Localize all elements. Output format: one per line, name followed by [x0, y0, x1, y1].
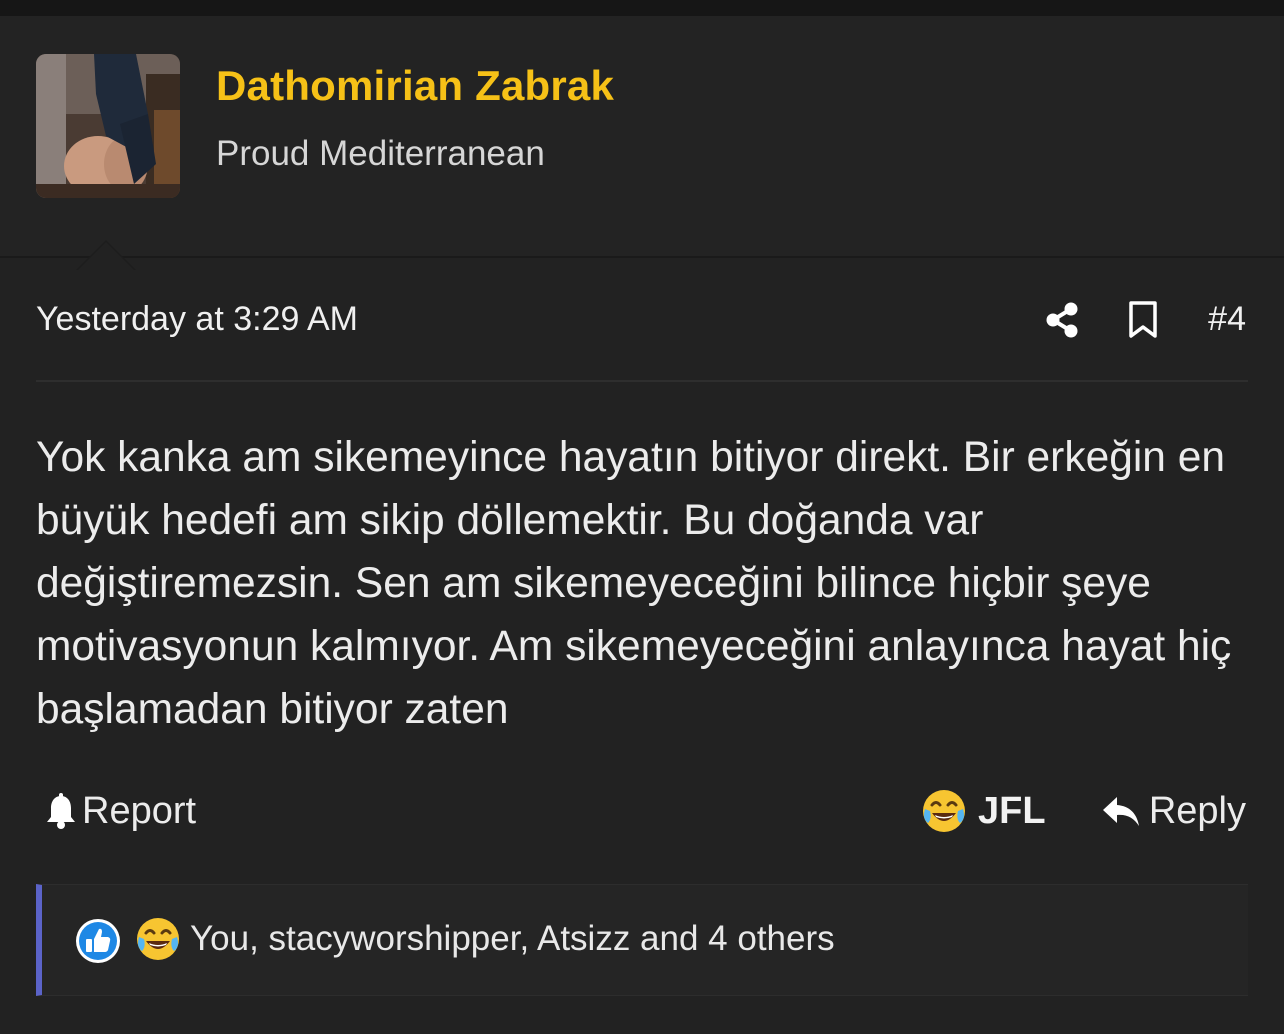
report-label: Report: [82, 789, 197, 832]
post-body: Yok kanka am sikemeyince hayatın bitiyor…: [36, 434, 1232, 733]
thumbs-up-icon[interactable]: [74, 917, 122, 965]
reply-button[interactable]: Reply: [1101, 786, 1246, 836]
reply-arrow-icon: [1102, 797, 1139, 826]
avatar[interactable]: [36, 54, 180, 198]
laughing-crying-emoji-icon[interactable]: [134, 915, 182, 963]
jfl-label: JFL: [978, 789, 1046, 832]
post-actions: Report JFL Reply: [36, 786, 1248, 836]
avatar-image: [36, 54, 180, 198]
user-title: Proud Mediterranean: [216, 134, 545, 173]
bookmark-icon[interactable]: [1126, 300, 1160, 340]
reply-label: Reply: [1148, 789, 1246, 832]
username[interactable]: Dathomirian Zabrak: [216, 62, 614, 110]
post-number[interactable]: #4: [1208, 300, 1246, 339]
post-timestamp[interactable]: Yesterday at 3:29 AM: [36, 300, 358, 339]
reaction-summary[interactable]: You, stacyworshipper, Atsizz and 4 other…: [190, 919, 835, 959]
header-arrow-inner: [78, 242, 134, 270]
top-strip: [0, 0, 1284, 16]
reactions-bar: You, stacyworshipper, Atsizz and 4 other…: [36, 884, 1248, 996]
jfl-reaction-button[interactable]: JFL: [920, 786, 1046, 836]
meta-divider: [36, 380, 1248, 382]
report-button[interactable]: Report: [44, 786, 196, 836]
laughing-crying-emoji-icon: [923, 790, 965, 832]
user-header: Dathomirian Zabrak Proud Mediterranean: [0, 16, 1284, 258]
share-icon[interactable]: [1044, 300, 1080, 340]
bell-icon: [47, 793, 75, 829]
post-container: Dathomirian Zabrak Proud Mediterranean Y…: [0, 16, 1284, 1034]
post-meta-row: Yesterday at 3:29 AM #4: [36, 298, 1248, 342]
